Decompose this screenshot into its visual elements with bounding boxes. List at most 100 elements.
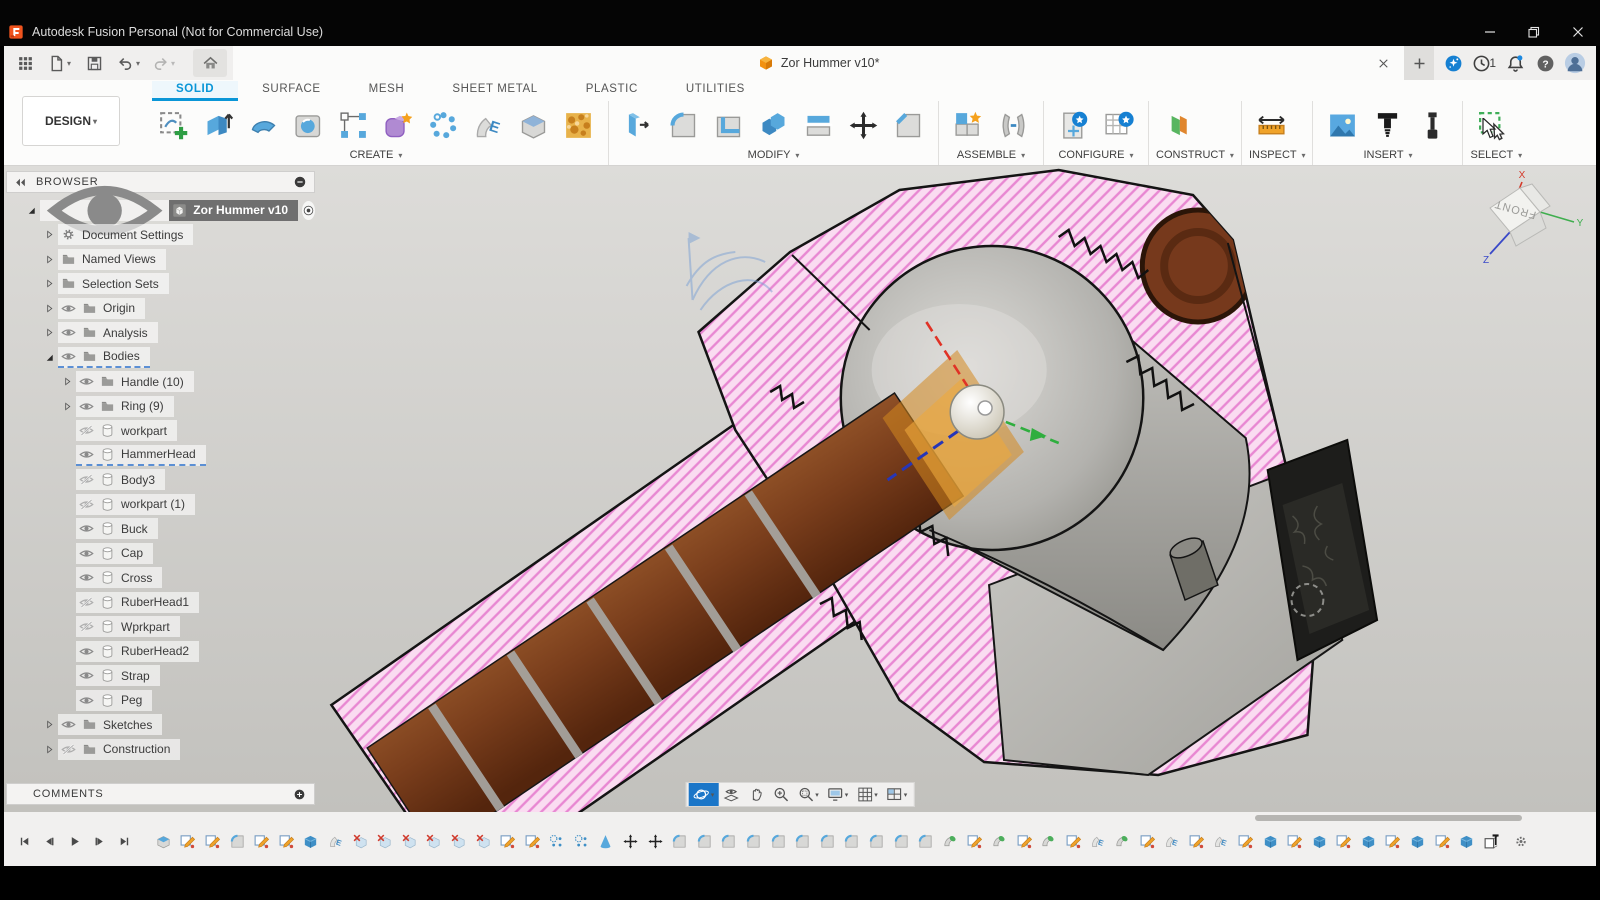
redo-button[interactable]: ▾: [150, 49, 177, 77]
timeline-feature-34-sketch[interactable]: [963, 828, 988, 854]
orbit-tool-button[interactable]: ▾: [688, 783, 719, 806]
close-button[interactable]: [1556, 19, 1600, 45]
timeline-feature-2-sketch[interactable]: [176, 828, 201, 854]
offset-plane-button[interactable]: [1156, 102, 1201, 148]
browser-row-analysis[interactable]: Analysis: [6, 321, 315, 346]
measure-button[interactable]: [1249, 102, 1294, 148]
timeline-scrollbar[interactable]: [1255, 815, 1522, 821]
timeline-feature-50-extrude[interactable]: [1356, 828, 1381, 854]
minimize-button[interactable]: [1468, 19, 1512, 45]
timeline-feature-41-sketch[interactable]: [1135, 828, 1160, 854]
timeline-feature-1-extrude-top[interactable]: [151, 828, 176, 854]
timeline-feature-5-sketch[interactable]: [249, 828, 274, 854]
look-at-tool-button[interactable]: [718, 783, 743, 806]
pan-tool-button[interactable]: [743, 783, 768, 806]
timeline-skip-end-button[interactable]: [112, 828, 137, 854]
app-grid-button[interactable]: [12, 49, 38, 77]
timeline-feature-21-move[interactable]: [643, 828, 668, 854]
split-body-button[interactable]: [796, 102, 841, 148]
document-tab[interactable]: Zor Hummer v10*: [233, 46, 1405, 80]
timeline-feature-43-sketch[interactable]: [1184, 828, 1209, 854]
timeline-feature-6-sketch[interactable]: [274, 828, 299, 854]
timeline-feature-17-pattern[interactable]: [545, 828, 570, 854]
timeline-feature-13-suppress[interactable]: [446, 828, 471, 854]
timeline-feature-25-fillet[interactable]: [741, 828, 766, 854]
timeline-feature-9-suppress[interactable]: [348, 828, 373, 854]
timeline-feature-48-extrude[interactable]: [1307, 828, 1332, 854]
timeline-feature-35-sweep[interactable]: [987, 828, 1012, 854]
timeline-feature-24-fillet[interactable]: [717, 828, 742, 854]
timeline-feature-10-suppress[interactable]: [372, 828, 397, 854]
timeline-play-button[interactable]: [62, 828, 87, 854]
account-avatar[interactable]: [1562, 49, 1588, 77]
group-label-insert[interactable]: INSERT ▾: [1320, 149, 1455, 163]
collapse-panel-icon[interactable]: [14, 176, 27, 189]
browser-row-hammerhead[interactable]: HammerHead: [6, 443, 315, 468]
hole-button[interactable]: [286, 102, 331, 148]
configuration-table-button[interactable]: [1096, 102, 1141, 148]
tab-sheet-metal[interactable]: SHEET METAL: [428, 81, 561, 101]
home-view-button[interactable]: [193, 49, 228, 77]
help-button[interactable]: ?: [1532, 49, 1558, 77]
group-label-assemble[interactable]: ASSEMBLE ▾: [946, 149, 1036, 163]
browser-row-ruberhead1[interactable]: RuberHead1: [6, 590, 315, 615]
timeline-feature-52-extrude[interactable]: [1405, 828, 1430, 854]
combine-button[interactable]: [751, 102, 796, 148]
timeline-feature-15-sketch[interactable]: [495, 828, 520, 854]
browser-row-construction[interactable]: Construction: [6, 737, 315, 762]
insert-screw-button[interactable]: [1365, 102, 1410, 148]
browser-row-ruberhead2[interactable]: RuberHead2: [6, 639, 315, 664]
browser-row-ring-9-[interactable]: Ring (9): [6, 394, 315, 419]
timeline-feature-23-fillet[interactable]: [692, 828, 717, 854]
coil-button[interactable]: [421, 102, 466, 148]
view-cube[interactable]: FRONT X Y Z: [1468, 168, 1586, 266]
file-button[interactable]: ▾: [46, 49, 73, 77]
timeline-feature-26-fillet[interactable]: [766, 828, 791, 854]
timeline-feature-42-revolve[interactable]: E: [1159, 828, 1184, 854]
viewport-canvas[interactable]: FRONT X Y Z BROWSER Zor Hummer v10 Docume…: [4, 166, 1596, 812]
tab-mesh[interactable]: MESH: [345, 81, 429, 101]
timeline-feature-22-fillet[interactable]: [667, 828, 692, 854]
timeline-skip-start-button[interactable]: [12, 828, 37, 854]
timeline-step-back-button[interactable]: [37, 828, 62, 854]
document-tab-close-button[interactable]: [1370, 49, 1396, 77]
timeline-feature-8-revolve[interactable]: E: [323, 828, 348, 854]
zoom-tool-button[interactable]: [768, 783, 793, 806]
create-form-button[interactable]: [376, 102, 421, 148]
window-zoom-tool-button[interactable]: ▾: [793, 783, 823, 806]
browser-row-buck[interactable]: Buck: [6, 517, 315, 542]
browser-row-workpart[interactable]: workpart: [6, 419, 315, 444]
panel-options-icon[interactable]: [293, 175, 307, 189]
timeline-feature-36-sketch[interactable]: [1012, 828, 1037, 854]
timeline-feature-11-suppress[interactable]: [397, 828, 422, 854]
timeline-feature-19-cone[interactable]: [594, 828, 619, 854]
browser-row-selection-sets[interactable]: Selection Sets: [6, 272, 315, 297]
timeline-step-forward-button[interactable]: [87, 828, 112, 854]
timeline-feature-37-sweep[interactable]: [1036, 828, 1061, 854]
timeline-feature-27-fillet[interactable]: [790, 828, 815, 854]
timeline-feature-54-extrude[interactable]: [1454, 828, 1479, 854]
timeline-feature-3-sketch[interactable]: [200, 828, 225, 854]
timeline-feature-7-extrude[interactable]: [299, 828, 324, 854]
timeline-feature-40-sweep[interactable]: [1110, 828, 1135, 854]
browser-row-peg[interactable]: Peg: [6, 688, 315, 713]
timeline-feature-32-fillet[interactable]: [913, 828, 938, 854]
save-button[interactable]: [81, 49, 107, 77]
tab-solid[interactable]: SOLID: [152, 81, 239, 101]
create-sketch-button[interactable]: [151, 102, 196, 148]
pattern-button[interactable]: [331, 102, 376, 148]
tab-plastic[interactable]: PLASTIC: [562, 81, 662, 101]
new-component-button[interactable]: [946, 102, 991, 148]
browser-row-body3[interactable]: Body3: [6, 468, 315, 493]
revolve-button[interactable]: [241, 102, 286, 148]
timeline-settings-button[interactable]: [1508, 828, 1534, 854]
browser-row-workpart-1-[interactable]: workpart (1): [6, 492, 315, 517]
group-label-configure[interactable]: CONFIGURE ▾: [1051, 149, 1141, 163]
layout-grid-tool-button[interactable]: ▾: [852, 783, 882, 806]
undo-button[interactable]: ▾: [115, 49, 142, 77]
add-comment-icon[interactable]: [293, 788, 306, 801]
browser-row-cap[interactable]: Cap: [6, 541, 315, 566]
extensions-button[interactable]: [1440, 49, 1466, 77]
notifications-button[interactable]: [1502, 49, 1528, 77]
maximize-button[interactable]: [1512, 19, 1556, 45]
